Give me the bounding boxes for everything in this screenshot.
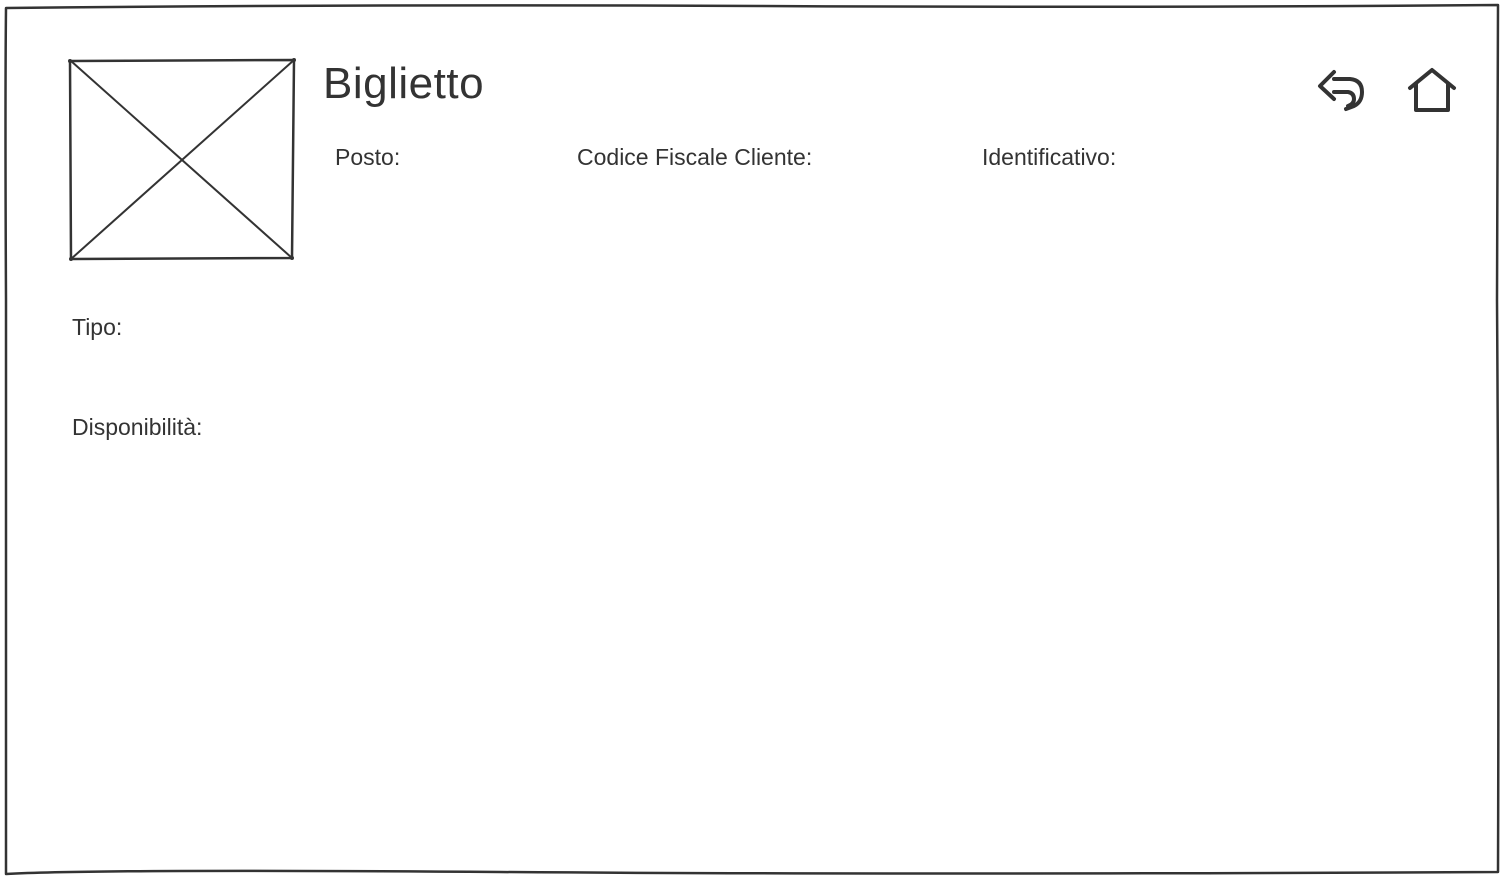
ticket-image-placeholder [66, 56, 298, 264]
reply-arrow-icon [1318, 70, 1364, 111]
home-button[interactable] [1404, 62, 1460, 118]
disponibilita-label: Disponibilità: [72, 414, 203, 440]
home-icon [1408, 68, 1456, 112]
back-button[interactable] [1314, 62, 1370, 118]
page-title: Biglietto [323, 59, 485, 108]
identificativo-label: Identificativo: [982, 144, 1117, 170]
image-placeholder-icon [68, 58, 296, 261]
tipo-label: Tipo: [72, 314, 123, 340]
codice-fiscale-cliente-label: Codice Fiscale Cliente: [577, 144, 813, 170]
posto-label: Posto: [335, 144, 401, 170]
